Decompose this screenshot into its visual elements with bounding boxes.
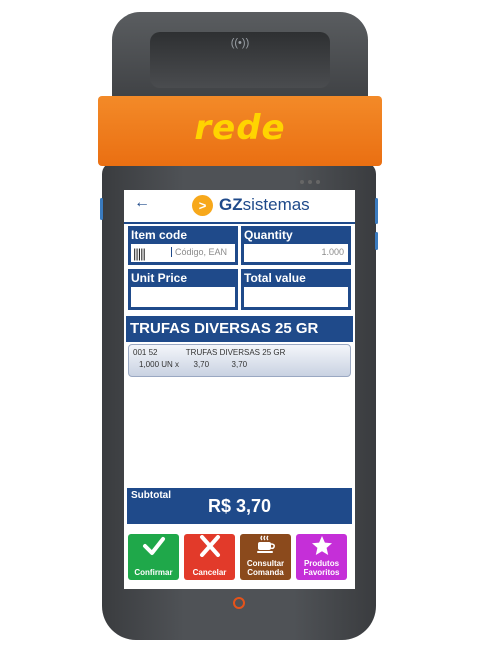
consult-label-line-1: Consultar xyxy=(246,559,285,568)
item-unit-price: 3,70 xyxy=(193,360,210,369)
item-code-placeholder: Código, EAN xyxy=(171,247,227,257)
side-button-right-upper xyxy=(375,198,378,224)
consult-label-line-2: Comanda xyxy=(247,568,284,577)
item-line-1: 001 52 TRUFAS DIVERSAS 25 GR xyxy=(133,348,285,357)
item-code-input[interactable]: ||||| Código, EAN xyxy=(131,244,235,262)
logo-gz: GZ xyxy=(219,195,243,214)
coffee-icon xyxy=(240,535,291,560)
item-description: TRUFAS DIVERSAS 25 GR xyxy=(185,348,286,357)
item-total: 3,70 xyxy=(231,360,248,369)
quantity-input[interactable]: 1.000 xyxy=(244,244,348,262)
printer-housing: ((•)) xyxy=(112,12,368,108)
quantity-value: 1.000 xyxy=(321,247,344,257)
unit-price-field: Unit Price xyxy=(128,269,238,310)
cancel-button[interactable]: Cancelar xyxy=(184,534,235,580)
home-button[interactable] xyxy=(233,597,245,609)
back-arrow-icon[interactable]: ← xyxy=(134,194,150,212)
favorite-products-button[interactable]: Produtos Favoritos xyxy=(296,534,347,580)
item-code-label: Item code xyxy=(131,228,188,242)
confirm-button[interactable]: Confirmar xyxy=(128,534,179,580)
cancel-label: Cancelar xyxy=(192,568,227,577)
favorite-products-label: Produtos Favoritos xyxy=(296,559,347,577)
logo-sistemas: sistemas xyxy=(242,195,310,214)
side-button-right-lower xyxy=(375,232,378,250)
total-value-field: Total value xyxy=(241,269,351,310)
item-code: 001 52 xyxy=(133,348,158,357)
consult-order-button[interactable]: Consultar Comanda xyxy=(240,534,291,580)
favorites-label-line-2: Favoritos xyxy=(303,568,340,577)
proximity-sensor xyxy=(316,180,320,184)
favorites-label-line-1: Produtos xyxy=(303,559,340,568)
subtotal-bar: Subtotal R$ 3,70 xyxy=(127,488,352,524)
total-value-label: Total value xyxy=(244,271,306,285)
close-icon xyxy=(184,535,235,562)
nfc-icon: ((•)) xyxy=(230,37,250,49)
quantity-field: Quantity 1.000 xyxy=(241,226,351,265)
light-sensor xyxy=(308,180,312,184)
quantity-label: Quantity xyxy=(244,228,293,242)
item-quantity: 1,000 UN x xyxy=(139,360,180,369)
confirm-label: Confirmar xyxy=(134,568,173,577)
product-title: TRUFAS DIVERSAS 25 GR xyxy=(126,316,353,342)
check-icon xyxy=(128,535,179,562)
camera-sensor xyxy=(300,180,304,184)
app-screen: ← > GZsistemas Item code ||||| Código, E… xyxy=(124,190,355,589)
consult-order-label: Consultar Comanda xyxy=(240,559,291,577)
subtotal-value: R$ 3,70 xyxy=(207,496,272,516)
list-item[interactable]: 001 52 TRUFAS DIVERSAS 25 GR 1,000 UN x … xyxy=(128,344,351,377)
barcode-icon[interactable]: ||||| xyxy=(133,246,146,261)
gz-sistemas-logo: GZsistemas xyxy=(219,195,310,215)
star-icon xyxy=(296,535,347,561)
item-code-field: Item code ||||| Código, EAN xyxy=(128,226,238,265)
unit-price-label: Unit Price xyxy=(131,271,188,285)
item-line-2: 1,000 UN x 3,70 3,70 xyxy=(139,360,247,369)
brand-band: rede xyxy=(98,96,382,166)
side-button-left xyxy=(100,198,103,220)
unit-price-input[interactable] xyxy=(131,287,235,307)
rede-logo: rede xyxy=(194,108,286,148)
total-value-input[interactable] xyxy=(244,287,348,307)
gz-logo-icon: > xyxy=(192,195,213,216)
app-header: ← > GZsistemas xyxy=(124,190,355,224)
